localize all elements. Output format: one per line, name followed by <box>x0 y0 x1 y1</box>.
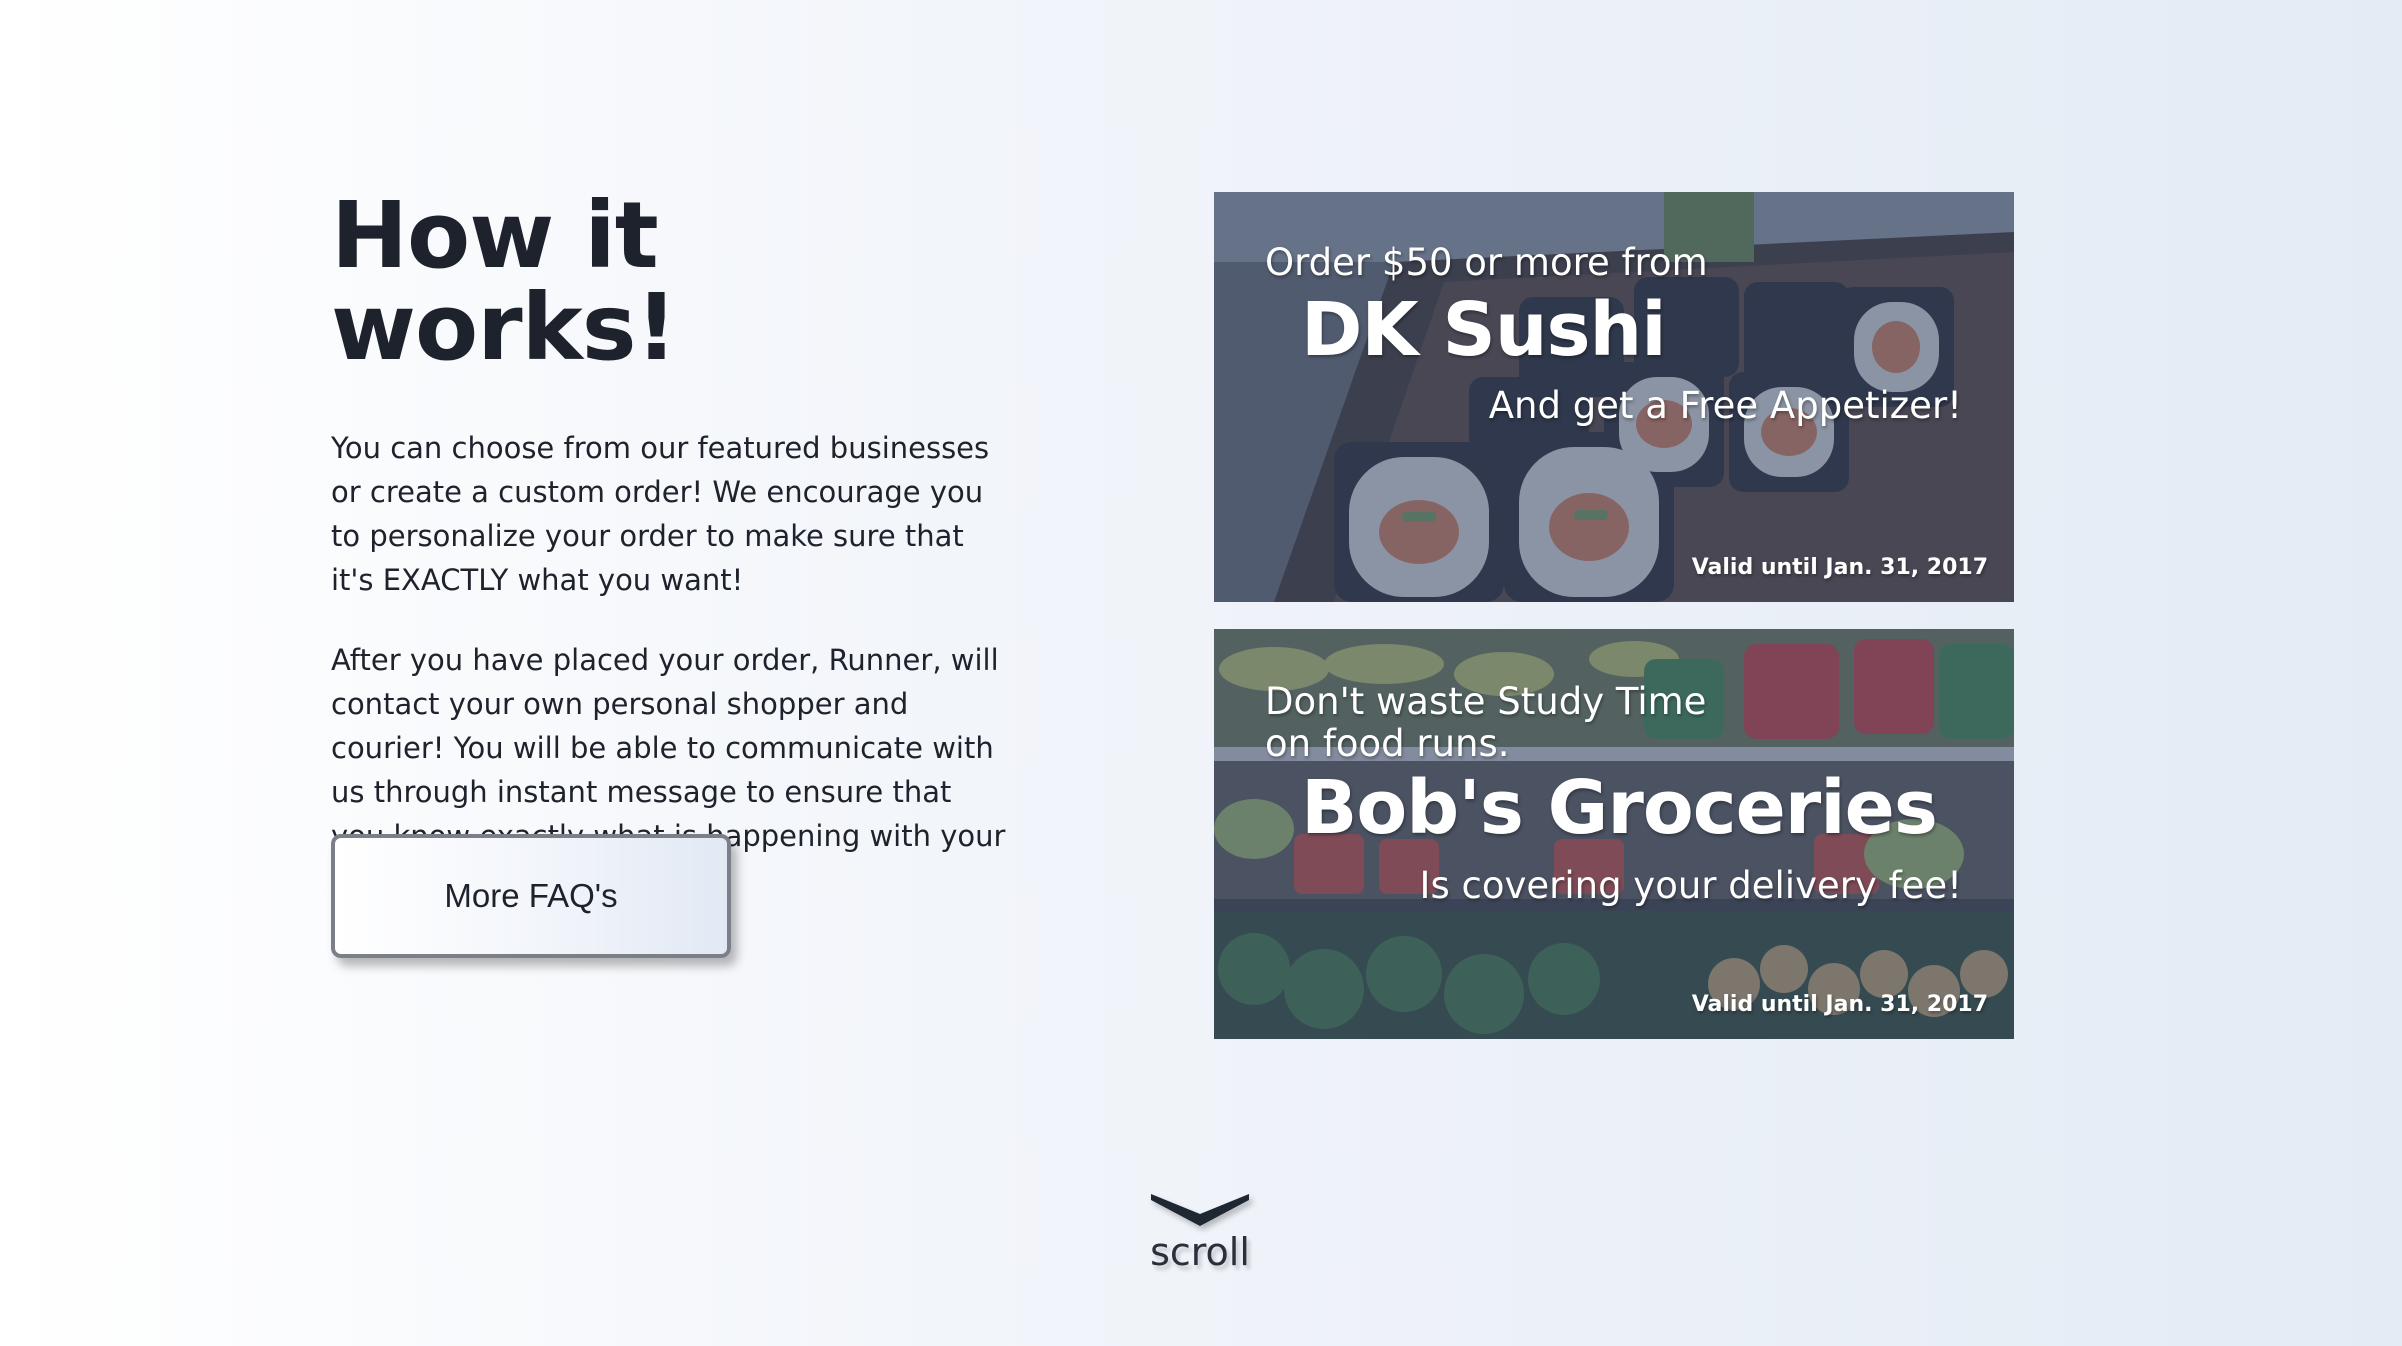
promo-title: Bob's Groceries <box>1301 765 1938 851</box>
promo-valid-date: Valid until Jan. 31, 2017 <box>1691 992 1988 1017</box>
promo-valid-date: Valid until Jan. 31, 2017 <box>1691 555 1988 580</box>
promo-subtitle: And get a Free Appetizer! <box>1488 384 1962 427</box>
intro-paragraph-choose: You can choose from our featured busines… <box>331 431 990 597</box>
page-title: How it works! <box>331 182 677 381</box>
promo-subtitle: Is covering your delivery fee! <box>1419 864 1962 907</box>
promo-lead: Don't waste Study Time on food runs. <box>1265 680 1707 765</box>
promo-title: DK Sushi <box>1301 287 1667 373</box>
chevron-down-icon <box>1151 1194 1249 1226</box>
more-faq-button[interactable]: More FAQ's <box>331 834 731 958</box>
scroll-label: scroll <box>1150 1230 1250 1274</box>
scroll-indicator[interactable]: scroll <box>1140 1190 1260 1274</box>
promo-card-dk-sushi[interactable]: Order $50 or more from DK Sushi And get … <box>1214 192 2014 602</box>
promo-card-bobs-groceries[interactable]: Don't waste Study Time on food runs. Bob… <box>1214 629 2014 1039</box>
how-it-works-section: How it works! You can choose from our fe… <box>331 170 1021 902</box>
promo-lead: Order $50 or more from <box>1265 241 1708 284</box>
